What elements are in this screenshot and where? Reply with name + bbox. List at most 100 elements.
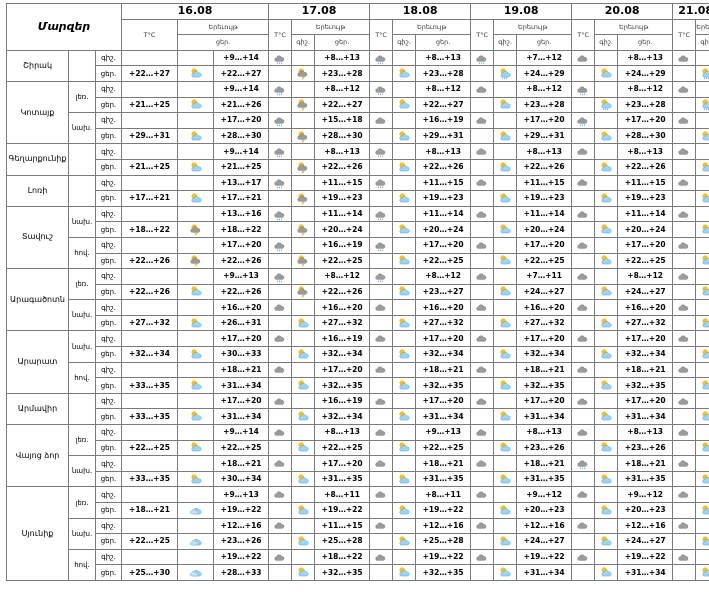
weather-day-cell bbox=[594, 408, 619, 426]
sun-cloud-icon bbox=[298, 411, 309, 421]
sun-cloud-icon bbox=[601, 131, 612, 140]
temperature-cell: +18…+21 bbox=[213, 361, 270, 379]
sun-cloud-icon bbox=[500, 567, 511, 577]
weather-cell bbox=[177, 548, 215, 566]
cloud-icon bbox=[476, 554, 487, 561]
weather-night-cell bbox=[470, 268, 495, 285]
phenomena-header: Երեւույթ bbox=[291, 18, 371, 36]
temperature-cell: +31…+34 bbox=[617, 408, 674, 426]
cloud-icon bbox=[476, 148, 487, 155]
weather-night-cell bbox=[369, 205, 394, 223]
weather-day-cell bbox=[493, 158, 518, 176]
cloud-icon bbox=[274, 304, 285, 311]
zone-label: նախ. bbox=[68, 455, 96, 488]
weather-night-cell bbox=[369, 346, 394, 363]
weather-day-cell bbox=[594, 314, 619, 332]
temperature-cell: +22…+25 bbox=[314, 439, 371, 457]
weather-night-cell bbox=[571, 533, 596, 550]
weather-day-cell bbox=[493, 517, 518, 535]
weather-night-cell bbox=[571, 221, 596, 238]
weather-night-cell bbox=[571, 346, 596, 363]
temperature-cell: +17…+20 bbox=[314, 455, 371, 472]
temperature-cell: +22…+26 bbox=[213, 283, 270, 301]
sun-cloud-icon bbox=[702, 193, 709, 203]
storm-icon bbox=[297, 68, 308, 81]
day-header: ցեր. bbox=[516, 34, 573, 51]
weather-night-cell bbox=[470, 80, 495, 98]
sun-cloud-icon bbox=[702, 567, 709, 577]
table-row: ցեր. +29…+31 +28…+30 +28…+30 +29…+31 +29…+31 +… bbox=[7, 127, 709, 145]
region-name: Շիրակ bbox=[6, 49, 69, 82]
weather-night-cell bbox=[369, 533, 394, 550]
weather-night-cell bbox=[571, 80, 596, 98]
cloud-icon bbox=[476, 491, 487, 498]
weather-night-cell bbox=[672, 143, 697, 160]
weather-night-cell bbox=[369, 548, 394, 566]
weather-night-cell bbox=[369, 439, 394, 457]
temperature-cell: +27…+32 bbox=[415, 314, 472, 332]
temperature-cell: +22…+27 bbox=[121, 65, 179, 82]
temperature-cell: +22…+25 bbox=[213, 439, 270, 457]
sun-cloud-icon bbox=[500, 224, 511, 234]
cloud-rain-icon bbox=[375, 179, 386, 189]
weather-day-cell bbox=[392, 564, 417, 581]
temperature-cell: +11…+15 bbox=[314, 517, 371, 535]
weather-night-cell bbox=[470, 65, 495, 82]
cloud-icon bbox=[476, 429, 487, 436]
region-name: Տավուշ bbox=[6, 205, 69, 270]
weather-day-cell bbox=[392, 439, 417, 457]
temperature-cell: +26…+31 bbox=[213, 314, 270, 332]
time-of-day: ցեր. bbox=[94, 377, 123, 394]
night-header: գիշ. bbox=[594, 34, 619, 51]
weather-day-cell bbox=[392, 346, 417, 363]
sun-cloud-icon bbox=[191, 162, 201, 171]
weather-night-cell bbox=[571, 49, 596, 67]
weather-day-cell bbox=[695, 205, 709, 223]
weather-day-cell bbox=[291, 502, 316, 519]
weather-night-cell bbox=[369, 80, 394, 98]
sun-cloud-icon bbox=[702, 505, 709, 515]
weather-day-cell bbox=[695, 96, 709, 114]
time-of-day: ցեր. bbox=[94, 96, 123, 114]
weather-cell bbox=[177, 80, 215, 98]
weather-day-cell bbox=[695, 190, 709, 207]
cloud-icon bbox=[678, 398, 689, 405]
temperature-cell bbox=[121, 143, 179, 160]
weather-day-cell bbox=[392, 65, 417, 82]
temperature-cell: +9…+14 bbox=[213, 80, 270, 98]
time-of-day: ցեր. bbox=[94, 314, 123, 332]
weather-night-cell bbox=[672, 190, 697, 207]
sun-cloud-icon bbox=[191, 349, 201, 359]
night-header: գիշ. bbox=[291, 34, 316, 51]
weather-day-cell bbox=[493, 346, 518, 363]
sun-cloud-icon bbox=[601, 474, 612, 483]
weather-cell bbox=[177, 455, 215, 472]
weather-night-cell bbox=[672, 112, 697, 129]
weather-night-cell bbox=[672, 96, 697, 114]
sun-cloud-icon bbox=[191, 411, 201, 421]
zone-label bbox=[68, 174, 96, 207]
weather-night-cell bbox=[369, 455, 394, 472]
weather-day-cell bbox=[594, 470, 619, 488]
temperature-cell: +31…+34 bbox=[617, 564, 674, 581]
temperature-cell: +17…+20 bbox=[617, 112, 674, 129]
weather-day-cell bbox=[291, 96, 316, 114]
temperature-cell: +17…+21 bbox=[213, 190, 270, 207]
sun-cloud-icon bbox=[500, 255, 511, 265]
cloud-icon bbox=[476, 366, 487, 374]
temperature-cell: +21…+25 bbox=[213, 158, 270, 176]
time-of-day: ցեր. bbox=[94, 190, 123, 207]
cloud-icon bbox=[678, 460, 689, 467]
zone-label: հով. bbox=[68, 361, 96, 394]
cloud-rain-icon bbox=[577, 117, 588, 127]
phenomena-header: Երեւույթ bbox=[392, 18, 472, 36]
temperature-cell: +11…+15 bbox=[314, 174, 371, 192]
temperature-cell: +8…+13 bbox=[617, 424, 674, 441]
weather-day-cell bbox=[291, 408, 316, 426]
weather-day-cell bbox=[695, 392, 709, 410]
temperature-cell: +33…+35 bbox=[121, 408, 179, 426]
temperature-cell: +19…+23 bbox=[516, 190, 573, 207]
temperature-cell: +16…+20 bbox=[314, 299, 371, 316]
cloud-icon bbox=[476, 460, 487, 467]
temperature-cell: +22…+26 bbox=[516, 158, 573, 176]
